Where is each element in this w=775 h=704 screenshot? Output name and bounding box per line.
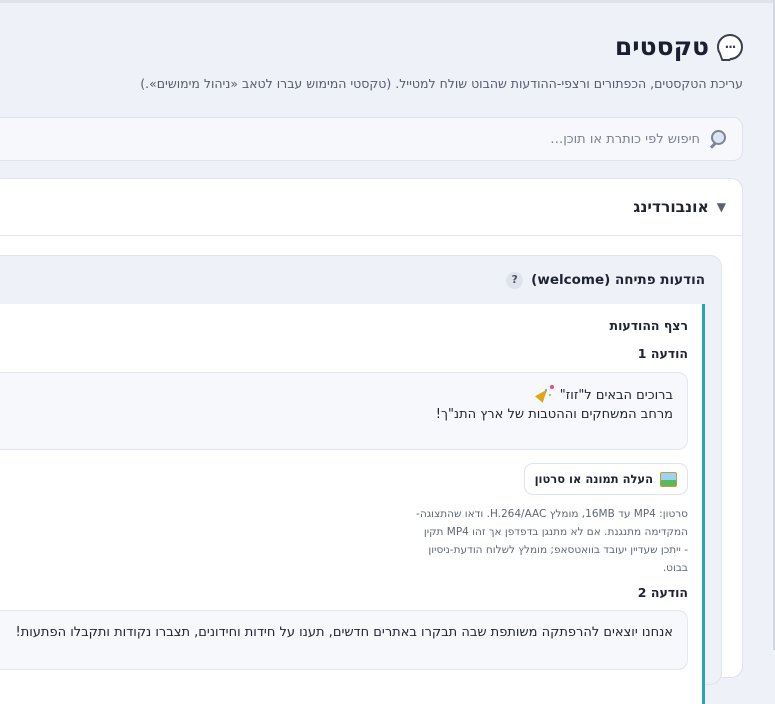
- hint-line: המקדימה מתנגנת. אם לא מתנגן בדפדפן אך זה…: [423, 526, 688, 538]
- message-1-line-1: ברוכים הבאים ל"זוז": [4, 385, 673, 405]
- page-subtitle: עריכת הטקסטים, הכפתורים ורצפי-ההודעות שה…: [140, 76, 743, 91]
- page-title: טקסטים: [614, 32, 709, 61]
- video-upload-hint: סרטון: MP4 עד 16MB, מומלץ H.264/AAC. ודא…: [416, 505, 688, 577]
- caret-down-icon[interactable]: ▼: [717, 200, 726, 214]
- message-sequence-panel: רצף ההודעות הודעה 1 ברוכים הבאים ל"זוז" …: [0, 304, 705, 704]
- message-1-line-2: מרחב המשחקים וההטבות של ארץ התנ"ך!: [435, 407, 673, 422]
- upload-media-button[interactable]: העלה תמונה או סרטון: [523, 463, 688, 495]
- search-bar[interactable]: [0, 117, 743, 161]
- hint-line: בבוט.: [662, 562, 688, 574]
- section-card-onboarding: ▼ אונבורדינג הודעות פתיחה (welcome) ? רצ…: [0, 178, 743, 704]
- hint-line: - ייתכן שעדיין יעובד בוואטסאפ; מומלץ לשל…: [428, 544, 688, 556]
- help-icon[interactable]: ?: [506, 271, 524, 289]
- welcome-messages-card: הודעות פתיחה (welcome) ? רצף ההודעות הוד…: [0, 255, 722, 704]
- message-label-2: הודעה 2: [637, 585, 688, 600]
- upload-media-label: העלה תמונה או סרטון: [534, 472, 653, 486]
- welcome-messages-header: הודעות פתיחה (welcome) ?: [0, 256, 721, 304]
- search-input[interactable]: [198, 130, 702, 148]
- message-2-line-1: אנחנו יוצאים להרפתקה משותפת שבה תבקרו בא…: [15, 625, 673, 640]
- hint-line: סרטון: MP4 עד 16MB, מומלץ H.264/AAC. ודא…: [416, 508, 688, 520]
- sequence-title: רצף ההודעות: [609, 318, 688, 333]
- page-header: ··· טקסטים: [615, 32, 743, 61]
- section-header-onboarding[interactable]: ▼ אונבורדינג: [0, 179, 742, 236]
- search-icon: [708, 128, 730, 150]
- message-label-1: הודעה 1: [637, 346, 688, 361]
- party-popper-icon: [537, 385, 554, 402]
- speech-bubble-icon: ···: [717, 33, 743, 60]
- message-text-2[interactable]: אנחנו יוצאים להרפתקה משותפת שבה תבקרו בא…: [0, 610, 688, 670]
- window-top-edge: [0, 0, 775, 3]
- message-text-1[interactable]: ברוכים הבאים ל"זוז" מרחב המשחקים וההטבות…: [0, 372, 688, 450]
- image-icon: [660, 471, 677, 487]
- welcome-messages-title: הודעות פתיחה (welcome): [531, 272, 705, 288]
- section-title: אונבורדינג: [633, 198, 709, 216]
